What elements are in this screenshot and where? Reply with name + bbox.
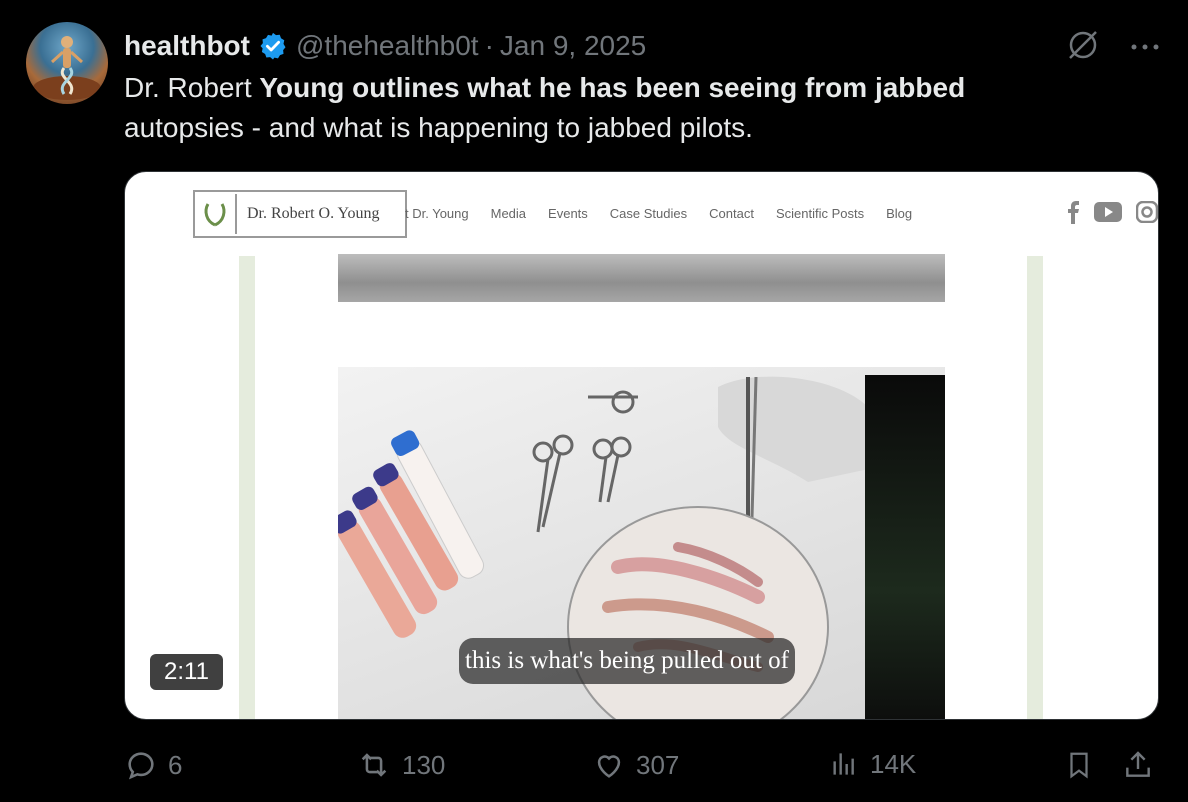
site-nav-item: Contact [709, 206, 754, 221]
site-nav: t Dr. Young Media Events Case Studies Co… [405, 206, 912, 221]
site-name: Dr. Robert O. Young [247, 205, 380, 222]
tweet-text: Dr. Robert Young outlines what he has be… [124, 68, 1134, 148]
repost-icon [361, 753, 387, 777]
more-icon[interactable] [1130, 39, 1160, 57]
bookmark-icon [1070, 752, 1088, 779]
tweet-header: healthbot @thehealthb0t · Jan 9, 2025 [124, 26, 646, 66]
video-duration-badge: 2:11 [150, 654, 223, 690]
avatar[interactable] [26, 22, 108, 104]
reply-icon [128, 752, 154, 780]
tweet-text-bold: Young outlines what he has been seeing f… [259, 72, 966, 103]
instagram-icon [1135, 200, 1158, 228]
facebook-icon [1066, 200, 1080, 229]
repost-count: 130 [402, 749, 446, 780]
repost-button[interactable]: 130 [356, 748, 445, 782]
views-icon [833, 753, 854, 775]
page-margin-left [239, 256, 255, 719]
reply-button[interactable]: 6 [124, 748, 182, 782]
site-nav-item: Media [490, 206, 527, 221]
tweet-date[interactable]: Jan 9, 2025 [500, 30, 646, 62]
youtube-icon [1094, 202, 1122, 227]
video-player[interactable]: Dr. Robert O. Young t Dr. Young Media Ev… [124, 171, 1159, 720]
like-button[interactable]: 307 [592, 748, 679, 782]
tweet-text-part2: autopsies - and what is happening to jab… [124, 112, 753, 143]
author-name[interactable]: healthbot [124, 30, 250, 62]
site-logo: Dr. Robert O. Young [193, 190, 407, 238]
grok-icon[interactable] [1066, 28, 1100, 67]
like-count: 307 [636, 749, 680, 780]
tweet-text-part1: Dr. Robert [124, 72, 260, 103]
site-nav-item: Blog [886, 206, 913, 221]
video-dark-edge [865, 375, 945, 719]
site-nav-item: Scientific Posts [775, 206, 865, 221]
reply-count: 6 [168, 749, 183, 780]
header-actions [1066, 28, 1160, 67]
tweet-actions: 6 130 307 14K [124, 748, 1164, 788]
site-nav-item: Events [548, 206, 588, 221]
page-margin-right [1027, 256, 1043, 719]
site-nav-item: t Dr. Young [405, 206, 469, 221]
video-caption: this is what's being pulled out of [459, 638, 795, 684]
laurel-icon [195, 194, 237, 234]
share-icon [1126, 751, 1150, 777]
bookmark-button[interactable] [1064, 748, 1094, 782]
author-handle[interactable]: @thehealthb0t [296, 30, 479, 62]
view-count: 14K [870, 748, 917, 779]
verified-badge-icon [258, 31, 288, 61]
site-nav-item: Case Studies [609, 206, 688, 221]
page-banner-image [338, 254, 945, 302]
separator: · [484, 30, 494, 61]
site-social-icons [1066, 200, 1158, 229]
like-icon [597, 755, 621, 778]
views-button[interactable]: 14K [828, 748, 916, 780]
share-button[interactable] [1122, 748, 1154, 782]
